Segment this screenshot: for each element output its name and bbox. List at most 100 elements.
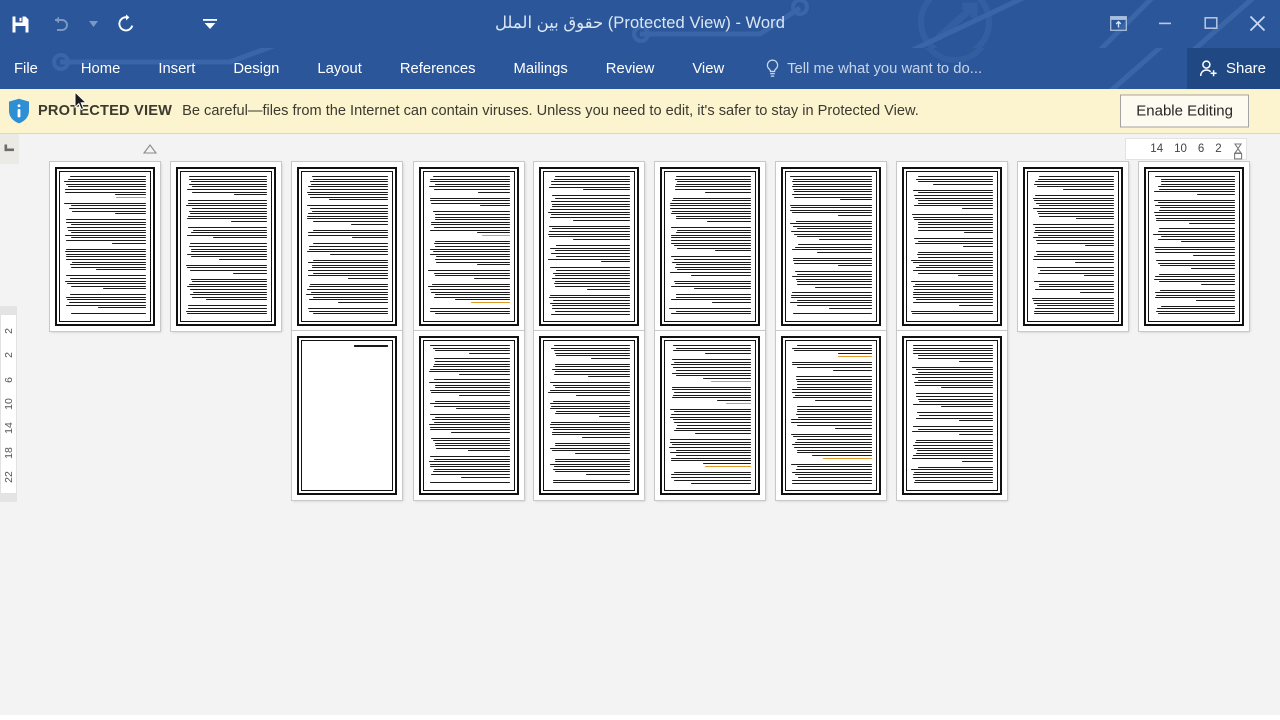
page-thumbnail-3[interactable]: [292, 162, 402, 331]
page-thumbnail-7[interactable]: [776, 162, 886, 331]
ribbon-display-options-button[interactable]: [1094, 0, 1142, 46]
page-thumbnail-grid[interactable]: [0, 134, 1280, 715]
document-work-area[interactable]: 14 10 6 2 2 2 6 10 14 18 22: [0, 134, 1280, 715]
undo-dropdown[interactable]: [80, 4, 106, 44]
page-thumbnail-10[interactable]: [1139, 162, 1249, 331]
redo-icon: [118, 14, 134, 32]
page-thumbnail-8[interactable]: [897, 162, 1007, 331]
save-button[interactable]: [0, 4, 40, 44]
protected-view-bar: PROTECTED VIEW Be careful—files from the…: [0, 89, 1280, 134]
page-thumbnail-12[interactable]: [414, 331, 524, 500]
tab-review[interactable]: Review: [606, 55, 655, 83]
page-thumbnail-13[interactable]: [534, 331, 644, 500]
page-thumbnail-15[interactable]: [776, 331, 886, 500]
page-thumbnail-9[interactable]: [1018, 162, 1128, 331]
page-text-block: [790, 345, 872, 486]
page-thumbnail-4[interactable]: [414, 162, 524, 331]
save-icon: [12, 16, 28, 32]
page-thumbnail-6[interactable]: [655, 162, 765, 331]
page-text-block: [64, 176, 146, 317]
customize-qat-button[interactable]: [190, 4, 230, 44]
page-thumbnail-5[interactable]: [534, 162, 644, 331]
tell-me-placeholder: Tell me what you want to do...: [787, 60, 983, 77]
protected-view-label: PROTECTED VIEW: [38, 103, 173, 119]
page-text-block: [1153, 176, 1235, 317]
redo-button[interactable]: [106, 4, 146, 44]
share-button[interactable]: Share: [1186, 48, 1280, 89]
enable-editing-button[interactable]: Enable Editing: [1120, 94, 1249, 128]
tab-insert[interactable]: Insert: [158, 55, 195, 83]
page-thumbnail-16[interactable]: [897, 331, 1007, 500]
close-button[interactable]: [1234, 0, 1280, 46]
page-thumbnail-1[interactable]: [50, 162, 160, 331]
page-thumbnail-14[interactable]: [655, 331, 765, 500]
page-border: [176, 167, 276, 326]
page-text-block: [306, 345, 388, 486]
page-text-block: [669, 345, 751, 486]
tab-home[interactable]: Home: [81, 55, 120, 83]
protected-view-message: Be careful—files from the Internet can c…: [182, 103, 919, 119]
page-border: [1144, 167, 1244, 326]
shield-info-icon: [0, 98, 38, 124]
page-border: [902, 167, 1002, 326]
maximize-button[interactable]: [1188, 0, 1234, 46]
tell-me-search[interactable]: Tell me what you want to do...: [765, 59, 982, 78]
tab-layout[interactable]: Layout: [317, 55, 361, 83]
person-add-icon: [1199, 59, 1217, 76]
page-thumbnail-2[interactable]: [171, 162, 281, 331]
page-border: [902, 336, 1002, 495]
minimize-button[interactable]: [1142, 0, 1188, 46]
ribbon-display-icon: [1109, 15, 1127, 31]
tab-view[interactable]: View: [692, 55, 724, 83]
ribbon-tabs: File Home Insert Design Layout Reference…: [0, 55, 743, 83]
tab-design[interactable]: Design: [233, 55, 279, 83]
page-text-block: [428, 176, 510, 317]
tab-references[interactable]: References: [400, 55, 476, 83]
page-border: [419, 167, 519, 326]
undo-button[interactable]: [40, 4, 80, 44]
tab-mailings[interactable]: Mailings: [514, 55, 568, 83]
page-text-block: [428, 345, 510, 486]
page-thumbnail-11[interactable]: [292, 331, 402, 500]
tab-file[interactable]: File: [14, 55, 38, 83]
